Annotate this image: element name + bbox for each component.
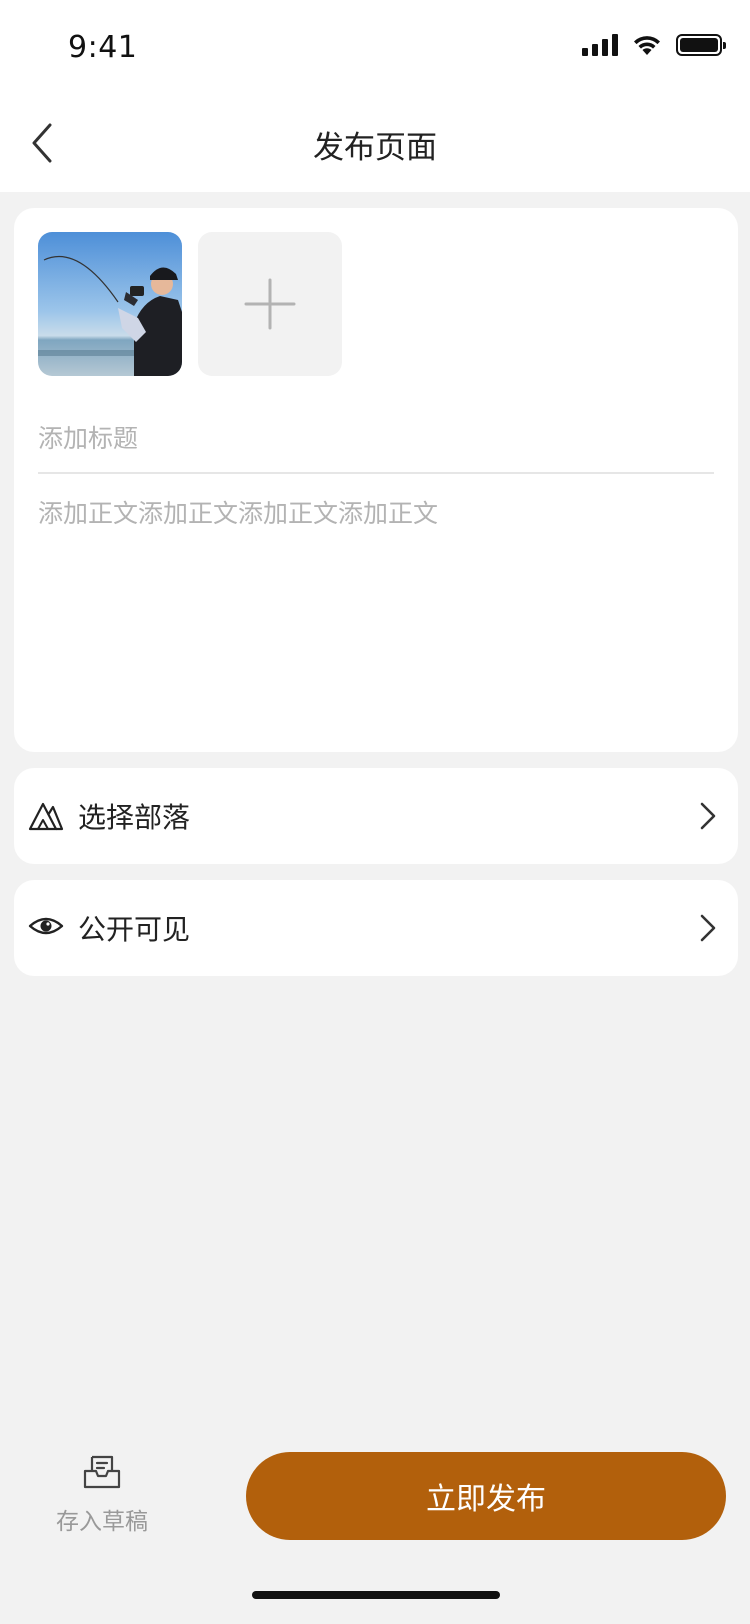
visibility-row[interactable]: 公开可见 <box>14 880 738 976</box>
signal-icon <box>582 34 618 56</box>
status-time: 9:41 <box>68 30 138 65</box>
wifi-icon <box>634 36 660 55</box>
publish-screen: 9:41 发布页面 添加标题 添加正文添加正文添加正文添加正文 选择部落 公开可… <box>0 0 750 1624</box>
select-tribe-row[interactable]: 选择部落 <box>14 768 738 864</box>
draft-box-icon <box>83 1455 121 1489</box>
title-divider <box>38 472 714 474</box>
photo-thumbnail[interactable] <box>38 232 182 376</box>
fishing-photo <box>38 232 182 376</box>
chevron-right-icon <box>700 802 716 830</box>
select-tribe-label: 选择部落 <box>78 801 191 834</box>
nav-bar: 发布页面 <box>0 100 750 184</box>
chevron-right-icon <box>700 914 716 942</box>
status-icons <box>582 34 726 56</box>
page-title: 发布页面 <box>313 130 437 166</box>
eye-icon <box>28 917 64 935</box>
home-indicator <box>252 1591 500 1599</box>
publish-button[interactable]: 立即发布 <box>246 1452 726 1540</box>
save-draft-button[interactable]: 存入草稿 <box>40 1454 164 1544</box>
editor-card <box>14 208 738 752</box>
body-input[interactable] <box>38 496 714 726</box>
visibility-label: 公开可见 <box>78 913 191 946</box>
title-input[interactable] <box>38 408 714 468</box>
top-bar: 9:41 发布页面 <box>0 0 750 192</box>
mountains-icon <box>28 802 64 831</box>
add-photo-button[interactable] <box>198 232 342 376</box>
plus-icon <box>244 278 296 330</box>
battery-icon <box>676 34 726 56</box>
save-draft-label: 存入草稿 <box>56 1509 148 1535</box>
